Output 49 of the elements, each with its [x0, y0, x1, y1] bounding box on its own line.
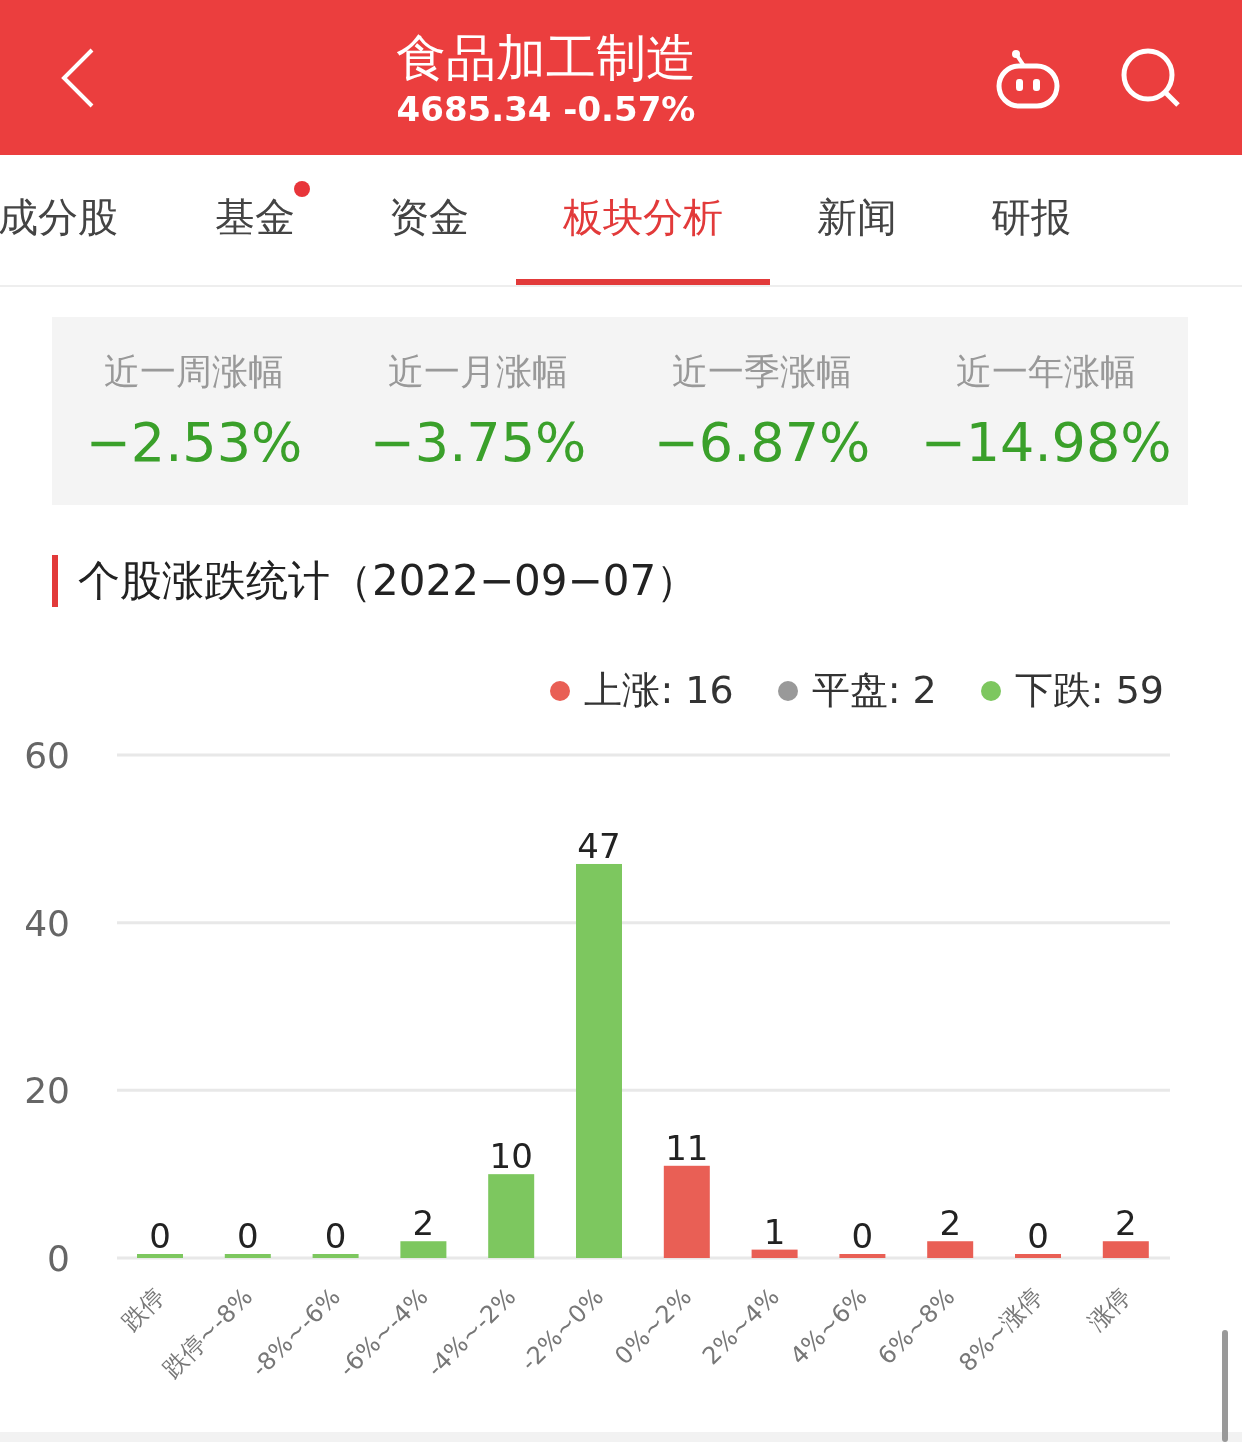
legend-label: 下跌: 59	[1014, 667, 1164, 714]
legend-label: 上涨: 16	[584, 667, 734, 714]
period-label: 近一年涨幅	[956, 350, 1136, 394]
period-label: 近一季涨幅	[672, 350, 852, 394]
tab[interactable]: 研报	[944, 155, 1118, 285]
bar-value: 11	[665, 1127, 709, 1168]
y-tick-label: 20	[24, 1070, 70, 1112]
section-marker	[52, 555, 58, 607]
bar-value: 0	[851, 1216, 874, 1256]
bar	[927, 1241, 974, 1258]
zero-marker	[137, 1254, 183, 1258]
bar-value: 0	[324, 1216, 347, 1256]
period-change: −14.98%	[920, 411, 1172, 474]
y-tick-label: 0	[47, 1238, 70, 1279]
period-label: 近一月涨幅	[388, 350, 568, 394]
bar-value: 2	[1115, 1203, 1137, 1244]
bar	[751, 1249, 798, 1258]
zero-marker	[1015, 1254, 1061, 1258]
zero-marker	[224, 1254, 271, 1258]
bar-value: 47	[577, 826, 621, 866]
index-quote: 4685.34 -0.57%	[396, 88, 696, 129]
period-change: −3.75%	[369, 411, 587, 474]
bar	[400, 1241, 447, 1258]
period-change: −6.87%	[653, 411, 871, 474]
tab[interactable]: 板块分析	[516, 155, 770, 285]
x-tick-label: 涨停	[1082, 1282, 1137, 1337]
bar-value: 0	[149, 1216, 171, 1256]
period-label: 近一周涨幅	[104, 350, 284, 394]
tab[interactable]: 资金	[342, 155, 516, 285]
y-tick-label: 40	[24, 902, 70, 944]
section-title: 个股涨跌统计（2022−09−07）	[78, 555, 699, 607]
x-tick-label: 跌停	[116, 1282, 171, 1337]
notification-dot	[294, 181, 310, 197]
bar-value: 0	[237, 1216, 259, 1256]
page-title: 食品加工制造	[396, 27, 696, 89]
legend-label: 平盘: 2	[811, 667, 937, 714]
search-icon[interactable]	[1120, 46, 1182, 109]
bar-value: 1	[763, 1211, 786, 1252]
y-tick-label: 60	[24, 735, 70, 776]
period-change: −2.53%	[85, 411, 303, 474]
bar-value: 2	[412, 1203, 435, 1244]
bar-value: 2	[939, 1203, 961, 1244]
tab[interactable]: 新闻	[770, 155, 944, 285]
tab[interactable]: 基金	[168, 155, 342, 285]
bar	[1102, 1241, 1149, 1258]
bar-value: 10	[489, 1136, 533, 1177]
bar-value: 0	[1027, 1216, 1049, 1256]
zero-marker	[312, 1254, 359, 1258]
zero-marker	[839, 1254, 886, 1258]
